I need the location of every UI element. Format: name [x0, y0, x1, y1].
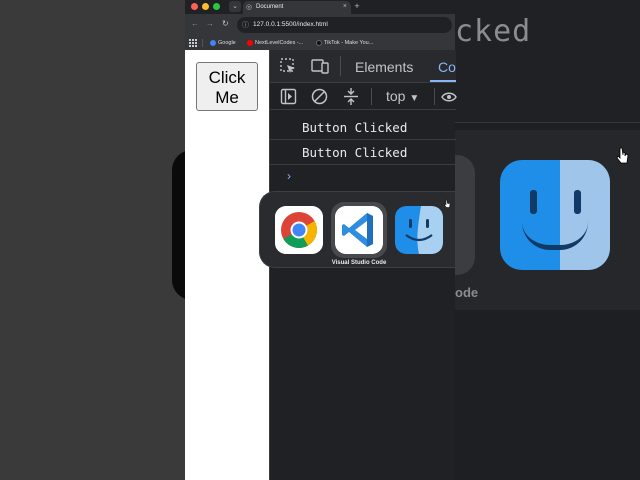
show-sidebar-icon[interactable]	[280, 88, 297, 105]
zoomed-label-fragment: ode	[455, 285, 479, 300]
console-separator	[371, 88, 372, 105]
blurred-dock-edge	[172, 150, 185, 300]
vscode-icon[interactable]	[335, 206, 383, 254]
youtube-icon	[247, 39, 253, 46]
console-log-row: Button Clicked	[270, 115, 456, 140]
collapse-icon[interactable]	[343, 87, 359, 106]
devtools-toolbar: Elements Co	[270, 50, 456, 83]
reload-icon[interactable]: ↻	[222, 19, 229, 28]
left-backdrop-panel	[0, 0, 185, 480]
console-log-row: Button Clicked	[270, 140, 456, 165]
address-bar[interactable]: ⓘ 127.0.0.1:5500/index.html	[237, 17, 452, 33]
clear-console-icon[interactable]	[311, 88, 328, 105]
bookmark-google[interactable]: Google	[210, 38, 236, 48]
new-tab-button[interactable]: +	[352, 1, 362, 11]
tiktok-icon	[316, 39, 322, 46]
selected-app-label: Visual Studio Code	[331, 260, 387, 266]
click-me-button[interactable]: Click Me	[196, 62, 258, 111]
app-switcher: Visual Studio Code	[259, 191, 455, 268]
navigation-bar: ← → ↻ ⓘ 127.0.0.1:5500/index.html	[185, 14, 455, 36]
tab-search-button[interactable]: ⌄	[229, 1, 241, 12]
eye-icon[interactable]	[441, 90, 457, 104]
tab-document[interactable]: ◎ Document ×	[243, 1, 351, 14]
back-arrow-icon[interactable]: ←	[191, 19, 199, 28]
globe-icon: ◎	[246, 4, 253, 11]
zoom-window-button[interactable]	[213, 3, 220, 10]
page-viewport: Click Me	[185, 50, 269, 480]
minimize-window-button[interactable]	[202, 3, 209, 10]
console-prompt[interactable]: ›	[287, 169, 291, 183]
right-backdrop: cked ode	[455, 0, 640, 480]
bookmark-tiktok[interactable]: TikTok - Make You...	[316, 38, 373, 48]
bookmark-nextlevelcodes[interactable]: NextLevelCodes -...	[247, 38, 303, 48]
apps-grid-icon[interactable]	[189, 39, 197, 47]
google-icon	[210, 39, 216, 46]
close-tab-icon[interactable]: ×	[343, 3, 347, 10]
forward-arrow-icon[interactable]: →	[206, 19, 214, 28]
zoomed-finder-icon	[500, 160, 610, 270]
console-separator-2	[434, 88, 435, 105]
toolbar-separator	[340, 56, 341, 76]
site-info-icon[interactable]: ⓘ	[242, 20, 249, 30]
tab-elements[interactable]: Elements	[355, 59, 413, 75]
context-selector[interactable]: top ▼	[386, 88, 419, 104]
close-window-button[interactable]	[191, 3, 198, 10]
tab-bar: ⌄ ◎ Document × +	[185, 0, 455, 14]
active-tab-indicator	[430, 80, 456, 82]
zoomed-divider	[455, 122, 640, 123]
tab-console[interactable]: Co	[438, 59, 456, 75]
url-text: 127.0.0.1:5500/index.html	[253, 21, 328, 28]
mouse-cursor-icon	[444, 199, 451, 208]
bookmarks-separator	[202, 39, 203, 47]
left-backdrop	[0, 0, 185, 480]
device-toolbar-icon[interactable]	[311, 58, 329, 74]
console-toolbar: top ▼	[270, 83, 457, 110]
bookmarks-bar: Google NextLevelCodes -... TikTok - Make…	[185, 36, 455, 50]
chrome-icon[interactable]	[275, 206, 323, 254]
caret-down-icon: ▼	[409, 93, 420, 104]
zoomed-vscode-edge	[455, 155, 475, 275]
inspect-element-icon[interactable]	[280, 58, 297, 75]
finder-icon[interactable]	[395, 206, 443, 254]
zoomed-title-fragment: cked	[455, 14, 532, 49]
zoomed-cursor-icon	[616, 147, 629, 164]
tab-title: Document	[256, 4, 284, 10]
